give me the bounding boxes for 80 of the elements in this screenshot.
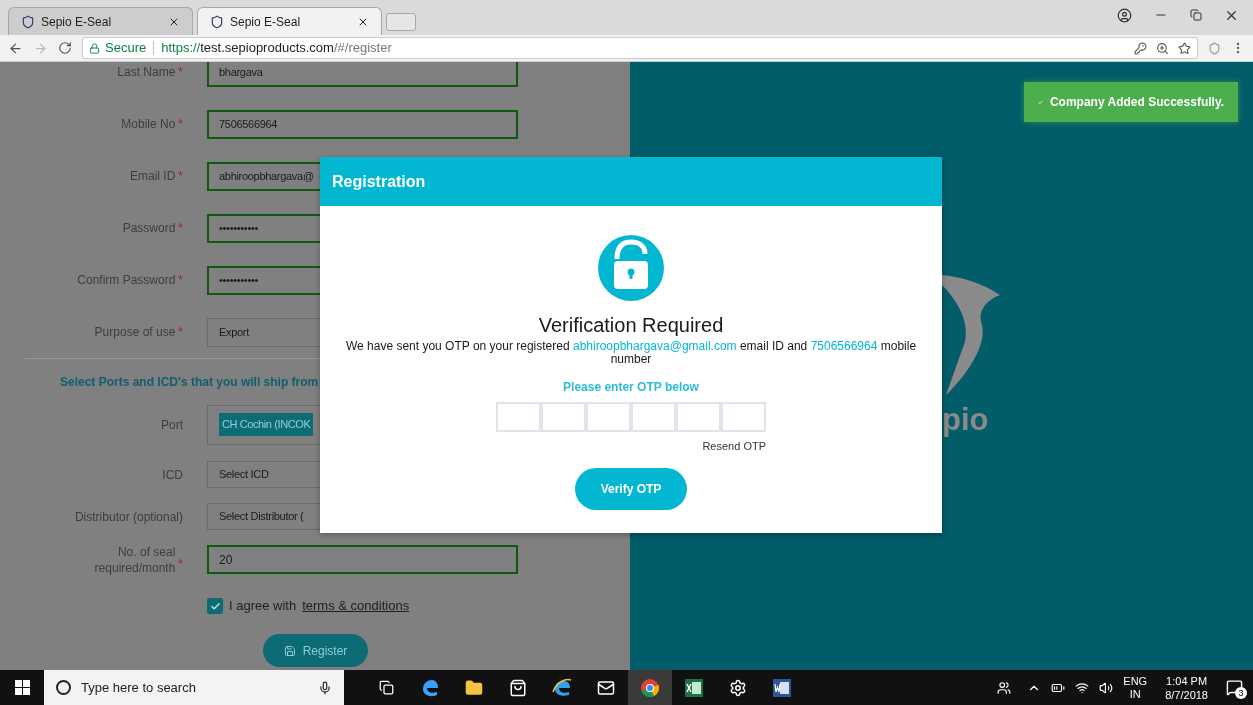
security-label: Secure <box>105 39 147 58</box>
otp-prompt: Please enter OTP below <box>563 379 699 396</box>
required-mark: * <box>178 272 183 289</box>
required-mark: * <box>178 220 183 237</box>
address-bar[interactable]: Secure https://test.sepioproducts.com/#/register <box>82 37 1198 59</box>
site-icon <box>21 14 35 29</box>
resend-otp-link[interactable]: Resend OTP <box>702 438 766 455</box>
verification-message: We have sent you OTP on your registered abhiroopbhargava@gmail.com email ID and 7506566964 mobile number <box>344 340 918 366</box>
otp-digit-field[interactable] <box>496 402 541 432</box>
field-label: Mobile No <box>121 116 176 133</box>
required-mark: * <box>178 168 183 185</box>
restore-icon[interactable] <box>1190 9 1202 21</box>
tab-title: Sepio E-Seal <box>230 13 302 31</box>
windows-start-icon[interactable] <box>14 680 30 695</box>
field-label: No. of seal required/month <box>94 543 176 576</box>
people-icon[interactable] <box>997 680 1012 695</box>
required-mark: * <box>178 64 183 81</box>
url-text: https://test.sepioproducts.com/#/register <box>161 39 392 58</box>
field-label: Purpose of use <box>94 324 176 341</box>
text-field[interactable]: 20 <box>207 545 518 574</box>
field-label: Password <box>122 220 176 237</box>
taskbar-search-field[interactable]: Type here to search <box>44 670 344 705</box>
site-icon <box>210 14 224 29</box>
otp-digit-field[interactable] <box>676 402 721 432</box>
required-mark: * <box>178 116 183 133</box>
agree-checkbox[interactable] <box>207 598 223 614</box>
spreadsheet-app-icon[interactable] <box>685 678 703 697</box>
field-label: Port <box>161 417 183 434</box>
lock-icon <box>89 42 100 54</box>
browser-tab[interactable]: Sepio E-Seal <box>8 7 193 35</box>
section-heading: Select Ports and ICD's that you will ship from <box>60 374 319 391</box>
toast-message: Company Added Successfully. <box>1049 94 1224 111</box>
port-tag[interactable]: CH Cochin (INCOK <box>219 413 314 436</box>
tab-title: Sepio E-Seal <box>41 13 113 31</box>
wifi-icon[interactable] <box>1075 680 1090 695</box>
search-icon <box>56 680 71 695</box>
internet-explorer-icon[interactable] <box>552 677 572 698</box>
field-label: Last Name <box>117 64 176 81</box>
otp-digit-field[interactable] <box>721 402 766 432</box>
edge-icon[interactable] <box>420 677 440 698</box>
folder-icon[interactable] <box>465 678 483 697</box>
field-label: Distributor (optional) <box>74 508 183 526</box>
save-icon <box>283 644 296 657</box>
brand-text: pio <box>942 404 989 435</box>
microphone-icon[interactable] <box>318 680 332 695</box>
required-mark: * <box>178 555 183 573</box>
otp-digit-field[interactable] <box>541 402 586 432</box>
dialog-title: Registration <box>332 171 426 192</box>
text-field[interactable]: 7506566964 <box>207 109 518 139</box>
mail-icon[interactable] <box>597 678 615 697</box>
field-label: Confirm Password <box>77 272 176 289</box>
language-indicator[interactable]: ENG IN <box>1123 674 1148 701</box>
field-label: ICD <box>162 466 183 484</box>
agree-label: I agree with <box>229 597 297 616</box>
back-icon[interactable] <box>8 40 23 56</box>
unlocked-padlock-icon <box>598 235 664 301</box>
document-app-icon[interactable] <box>773 678 791 697</box>
chrome-icon[interactable] <box>640 677 660 698</box>
otp-digit-field[interactable] <box>631 402 676 432</box>
clock-time[interactable]: 1:04 PM <box>1166 673 1208 688</box>
profile-icon[interactable] <box>1117 7 1132 23</box>
settings-icon[interactable] <box>729 678 747 697</box>
notification-count: 3 <box>1235 687 1247 699</box>
task-view-icon[interactable] <box>378 680 394 695</box>
otp-digit-field[interactable] <box>586 402 631 432</box>
verification-heading: Verification Required <box>538 313 724 337</box>
required-mark: * <box>178 324 183 341</box>
terms-link[interactable]: terms & conditions <box>302 596 410 616</box>
volume-icon[interactable] <box>1099 680 1114 695</box>
checkmark-icon <box>209 600 221 612</box>
reload-icon[interactable] <box>58 41 72 55</box>
text-field[interactable]: bhargava <box>207 62 518 87</box>
clock-date[interactable]: 8/7/2018 <box>1165 687 1208 702</box>
browser-tab[interactable]: Sepio E-Seal <box>197 7 382 35</box>
store-icon[interactable] <box>509 678 527 697</box>
register-button[interactable]: Register <box>263 634 368 667</box>
bookmark-icon[interactable] <box>1178 41 1191 55</box>
zoom-icon[interactable] <box>1156 41 1169 55</box>
key-icon[interactable] <box>1134 41 1147 55</box>
field-label: Email ID <box>130 168 176 185</box>
